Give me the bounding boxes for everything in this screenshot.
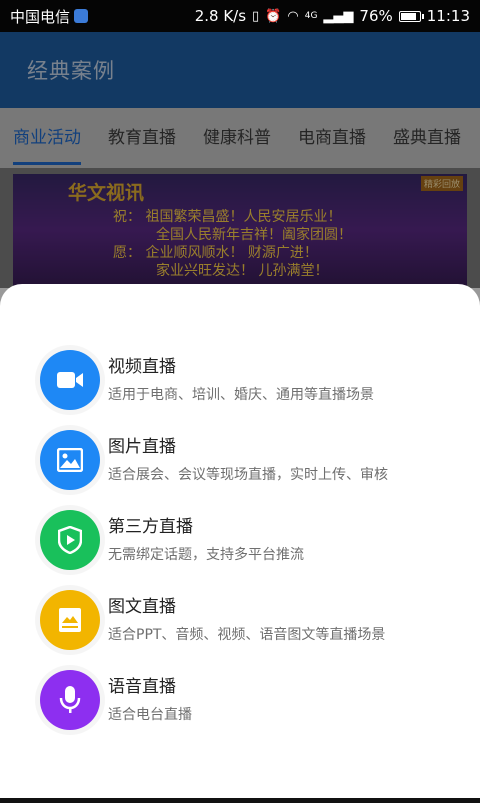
live-type-sheet: 视频直播 适用于电商、培训、婚庆、通用等直播场景 图片直播 适合展会、会议等现场… xyxy=(0,284,480,803)
option-title: 语音直播 xyxy=(108,676,176,697)
option-description: 无需绑定话题，支持多平台推流 xyxy=(108,546,304,563)
video-camera-icon xyxy=(40,350,100,410)
carrier-label: 中国电信 xyxy=(10,7,71,26)
option-title: 视频直播 xyxy=(108,356,176,377)
option-title: 图文直播 xyxy=(108,596,176,617)
image-icon xyxy=(40,430,100,490)
shield-icon xyxy=(74,9,89,23)
battery-percent: 76% xyxy=(359,7,393,25)
option-third-party-live[interactable]: 第三方直播 无需绑定话题，支持多平台推流 xyxy=(40,509,460,571)
shield-play-icon xyxy=(40,510,100,570)
alarm-icon: ⏰ xyxy=(265,8,282,24)
battery-icon xyxy=(398,10,424,22)
option-voice-live[interactable]: 语音直播 适合电台直播 xyxy=(40,669,460,731)
option-title: 图片直播 xyxy=(108,436,176,457)
option-description: 适合PPT、音频、视频、语音图文等直播场景 xyxy=(108,626,386,643)
status-bar: 中国电信 2.8 K/s ▯ ⏰ ◠ 4G ▂▄▆ 76% 11:13 xyxy=(0,0,480,32)
option-description: 适用于电商、培训、婚庆、通用等直播场景 xyxy=(108,386,374,403)
clock: 11:13 xyxy=(426,7,470,25)
option-picture-text-live[interactable]: 图文直播 适合PPT、音频、视频、语音图文等直播场景 xyxy=(40,589,460,651)
microphone-icon xyxy=(40,670,100,730)
option-description: 适合展会、会议等现场直播，实时上传、审核 xyxy=(108,466,388,483)
vibrate-icon: ▯ xyxy=(252,8,260,24)
navigation-bar xyxy=(0,798,480,803)
option-title: 第三方直播 xyxy=(108,516,193,537)
network-type: 4G xyxy=(304,10,318,21)
option-video-live[interactable]: 视频直播 适用于电商、培训、婚庆、通用等直播场景 xyxy=(40,349,460,411)
network-speed: 2.8 K/s xyxy=(194,7,247,25)
signal-icon: ▂▄▆ xyxy=(323,8,354,24)
option-description: 适合电台直播 xyxy=(108,706,192,723)
picture-text-icon xyxy=(40,590,100,650)
wifi-icon: ◠ xyxy=(287,8,299,24)
option-image-live[interactable]: 图片直播 适合展会、会议等现场直播，实时上传、审核 xyxy=(40,429,460,491)
